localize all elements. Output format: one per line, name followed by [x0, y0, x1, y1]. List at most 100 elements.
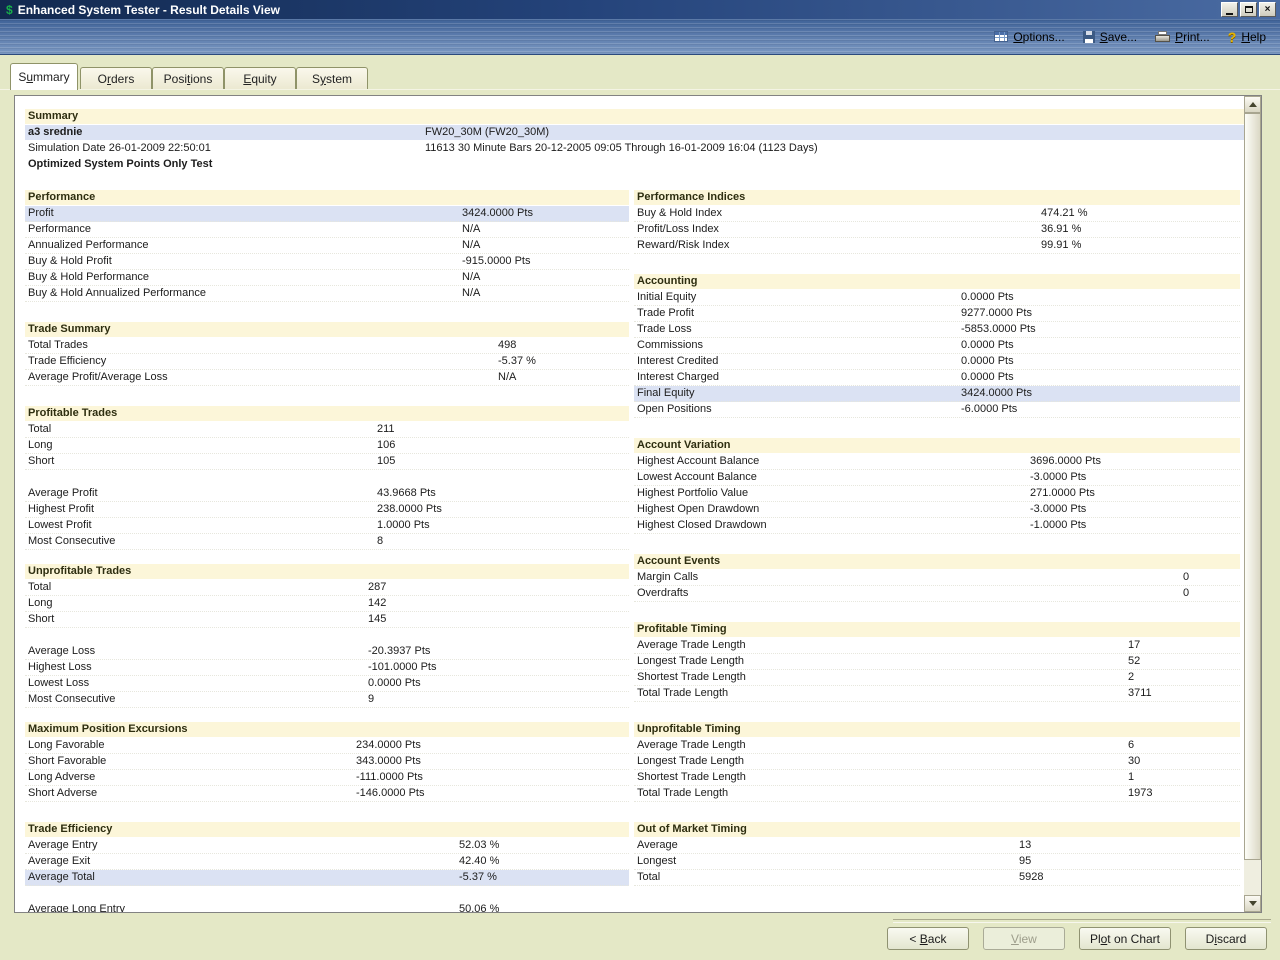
footer-bar: < Back View Plot on Chart Discard: [0, 913, 1280, 960]
stat-label: Average Loss: [28, 644, 95, 659]
stat-value: -5853.0000 Pts: [961, 322, 1036, 337]
stat-value: N/A: [462, 286, 480, 301]
stat-row: Long Adverse-111.0000 Pts: [25, 770, 629, 786]
stat-label: Short: [28, 612, 54, 627]
stat-label: Open Positions: [637, 402, 712, 417]
stat-row: Long106: [25, 438, 629, 454]
stat-label: Most Consecutive: [28, 534, 115, 549]
stat-row: Total Trades498: [25, 338, 629, 354]
stat-label: Reward/Risk Index: [637, 238, 729, 253]
stat-value: 9277.0000 Pts: [961, 306, 1032, 321]
window-title: Enhanced System Tester - Result Details …: [18, 3, 1221, 17]
close-icon: ×: [1265, 5, 1271, 15]
stat-label: Total Trades: [28, 338, 88, 353]
stat-value: 42.40 %: [459, 854, 499, 869]
help-button[interactable]: ? Help: [1228, 29, 1266, 45]
discard-button[interactable]: Discard: [1185, 927, 1267, 950]
stat-label: Short: [28, 454, 54, 469]
tab-equity[interactable]: Equity: [224, 67, 296, 90]
scrollbar-thumb[interactable]: [1244, 113, 1261, 860]
stat-row: [25, 470, 629, 486]
stat-row: Longest Trade Length30: [634, 754, 1240, 770]
stat-label: Shortest Trade Length: [637, 770, 746, 785]
stat-label: Trade Efficiency: [28, 354, 106, 369]
section-out-of-market-timing: Out of Market TimingAverage13Longest95To…: [634, 822, 1240, 886]
section-title: Maximum Position Excursions: [25, 722, 629, 737]
section-performance-indices: Performance IndicesBuy & Hold Index 474.2…: [634, 190, 1240, 254]
stat-label: Profit: [28, 206, 54, 221]
tab-system[interactable]: System: [296, 67, 368, 90]
section-maximum-position-excursions: Maximum Position ExcursionsLong Favorabl…: [25, 722, 629, 802]
simulation-date: Simulation Date 26-01-2009 22:50:01: [28, 142, 211, 154]
scroll-up-icon: [1249, 102, 1257, 107]
stat-row: Trade Efficiency -5.37 %: [25, 354, 629, 370]
stat-label: Highest Portfolio Value: [637, 486, 748, 501]
stat-row: Interest Credited0.0000 Pts: [634, 354, 1240, 370]
section-profitable-trades: Profitable TradesTotal211Long106Short105…: [25, 406, 629, 550]
stat-value: 343.0000 Pts: [356, 754, 421, 769]
stat-value: 238.0000 Pts: [377, 502, 442, 517]
stat-row: [25, 628, 629, 644]
stat-label: Total Trade Length: [637, 686, 728, 701]
close-button[interactable]: ×: [1259, 2, 1276, 17]
section-account-variation: Account VariationHighest Account Balance…: [634, 438, 1240, 534]
stat-label: Interest Credited: [637, 354, 718, 369]
stat-value: 1: [1128, 770, 1134, 785]
tab-orders[interactable]: Orders: [80, 67, 152, 90]
stat-value: 271.0000 Pts: [1030, 486, 1095, 501]
stat-value: -5.37 %: [498, 354, 536, 369]
stat-value: 43.9668 Pts: [377, 486, 436, 501]
stat-row: Short Favorable343.0000 Pts: [25, 754, 629, 770]
test-name: Optimized System Points Only Test: [28, 157, 212, 172]
vertical-scrollbar[interactable]: [1244, 96, 1261, 912]
stat-row: PerformanceN/A: [25, 222, 629, 238]
minimize-button[interactable]: [1221, 2, 1238, 17]
stat-label: Average Profit/Average Loss: [28, 370, 168, 385]
scroll-up-button[interactable]: [1244, 96, 1261, 113]
stat-row: Total Trade Length3711: [634, 686, 1240, 702]
stat-row: Margin Calls0: [634, 570, 1240, 586]
section-title: Out of Market Timing: [634, 822, 1240, 837]
print-button[interactable]: Print...: [1155, 30, 1210, 44]
stat-value: 1973: [1128, 786, 1152, 801]
plot-on-chart-button[interactable]: Plot on Chart: [1079, 927, 1171, 950]
tab-strip: SummaryOrdersPositionsEquitySystem: [0, 55, 1280, 90]
back-button[interactable]: < Back: [887, 927, 969, 950]
stat-row: Buy & Hold Profit-915.0000 Pts: [25, 254, 629, 270]
section-title: Performance Indices: [634, 190, 1240, 205]
stat-row: Average Trade Length17: [634, 638, 1240, 654]
stat-value: -20.3937 Pts: [368, 644, 430, 659]
help-label: Help: [1241, 30, 1266, 44]
print-label: Print...: [1175, 30, 1210, 44]
stat-label: Short Adverse: [28, 786, 97, 801]
restore-button[interactable]: [1240, 2, 1257, 17]
help-icon: ?: [1228, 29, 1237, 45]
stat-value: -6.0000 Pts: [961, 402, 1017, 417]
stat-value: -101.0000 Pts: [368, 660, 437, 675]
view-button[interactable]: View: [983, 927, 1065, 950]
stat-value: 234.0000 Pts: [356, 738, 421, 753]
stat-row: Total Trade Length1973: [634, 786, 1240, 802]
stat-value: 106: [377, 438, 395, 453]
options-button[interactable]: Options...: [994, 30, 1064, 44]
stat-label: Buy & Hold Annualized Performance: [28, 286, 206, 301]
tab-summary[interactable]: Summary: [10, 63, 78, 90]
section-title: Account Variation: [634, 438, 1240, 453]
save-button[interactable]: Save...: [1083, 30, 1137, 44]
scroll-down-button[interactable]: [1244, 895, 1261, 912]
app-window: $ Enhanced System Tester - Result Detail…: [0, 0, 1280, 960]
save-icon: [1083, 31, 1095, 43]
stat-row: Highest Loss-101.0000 Pts: [25, 660, 629, 676]
stat-value: N/A: [462, 222, 480, 237]
stat-row: Average Trade Length6: [634, 738, 1240, 754]
stat-value: 474.21 %: [1041, 206, 1087, 221]
stat-label: Total: [28, 422, 51, 437]
stat-value: -3.0000 Pts: [1030, 470, 1086, 485]
stat-row: Short105: [25, 454, 629, 470]
stat-row: Lowest Account Balance-3.0000 Pts: [634, 470, 1240, 486]
section-accounting: AccountingInitial Equity0.0000 PtsTrade …: [634, 274, 1240, 418]
stat-label: Final Equity: [637, 386, 694, 401]
stat-label: Buy & Hold Index: [637, 206, 722, 221]
tab-positions[interactable]: Positions: [152, 67, 224, 90]
stat-row: Commissions0.0000 Pts: [634, 338, 1240, 354]
